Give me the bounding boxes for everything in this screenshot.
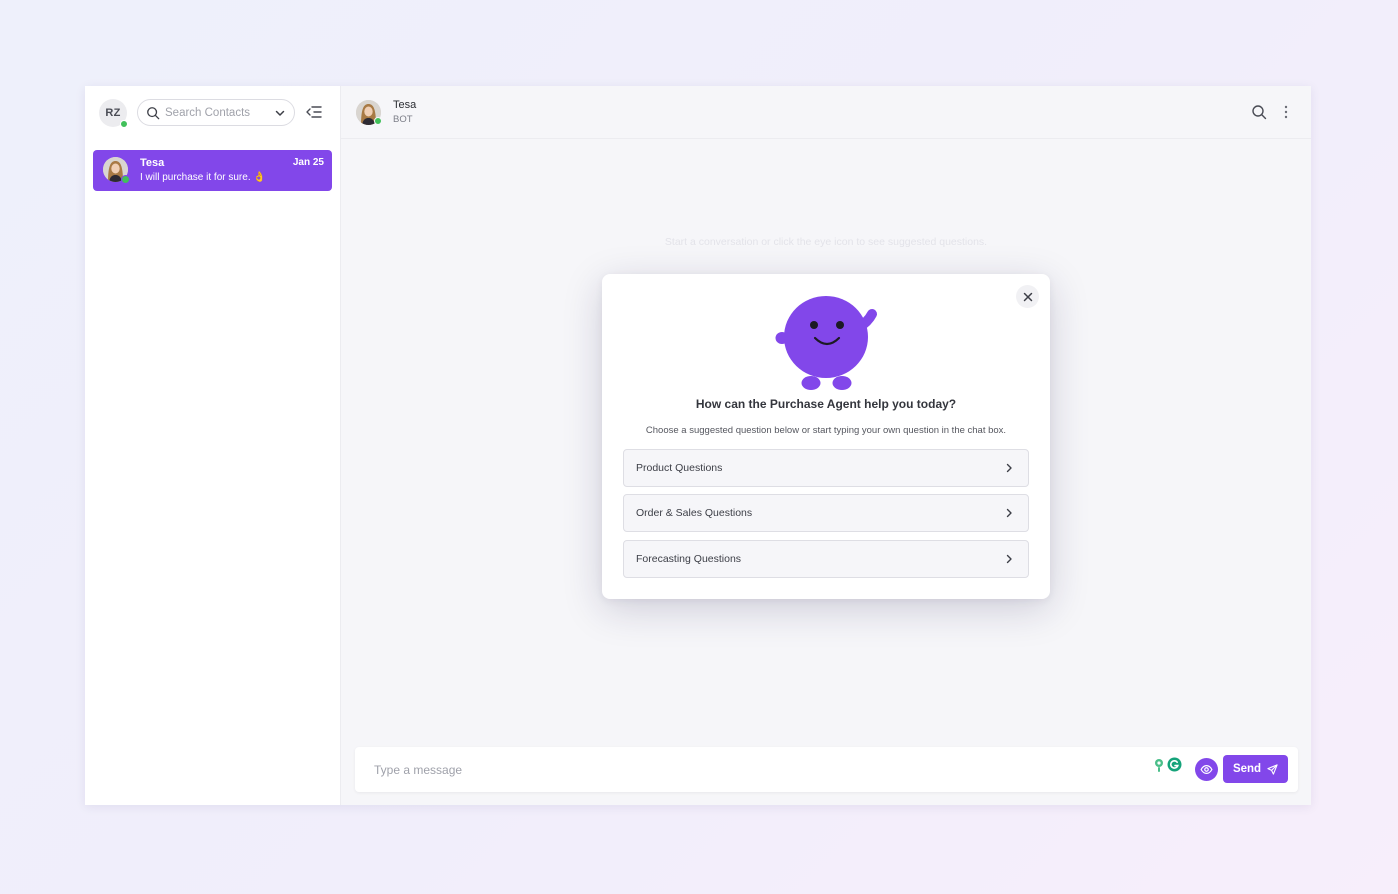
- collapse-sidebar-icon[interactable]: [305, 104, 323, 120]
- option-product-questions[interactable]: Product Questions: [623, 449, 1029, 487]
- contact-last-message: I will purchase it for sure. 👌: [140, 172, 266, 183]
- send-icon: [1267, 763, 1278, 775]
- chat-contact-role: BOT: [393, 114, 413, 125]
- extension-pin-icon[interactable]: [1153, 758, 1165, 774]
- sidebar: RZ Search Contacts Tesa I will purchase …: [85, 86, 341, 805]
- search-icon: [147, 106, 160, 119]
- more-vertical-icon[interactable]: [1281, 104, 1291, 120]
- send-button[interactable]: Send: [1223, 755, 1288, 783]
- message-input[interactable]: [374, 760, 1134, 780]
- suggestions-modal: How can the Purchase Agent help you toda…: [602, 274, 1050, 599]
- online-status-dot: [120, 120, 128, 128]
- option-label: Forecasting Questions: [636, 553, 742, 565]
- search-input[interactable]: [165, 106, 265, 119]
- eye-icon: [1200, 764, 1213, 775]
- user-avatar[interactable]: RZ: [99, 99, 128, 128]
- grammarly-icon[interactable]: [1167, 757, 1182, 772]
- option-order-sales-questions[interactable]: Order & Sales Questions: [623, 494, 1029, 532]
- chevron-right-icon: [1006, 508, 1012, 518]
- search-contacts[interactable]: [137, 99, 295, 126]
- empty-conversation-hint: Start a conversation or click the eye ic…: [664, 236, 988, 248]
- option-forecasting-questions[interactable]: Forecasting Questions: [623, 540, 1029, 578]
- suggested-questions-button[interactable]: [1195, 758, 1218, 781]
- message-composer: Send: [355, 747, 1298, 792]
- contact-name: Tesa: [140, 157, 165, 169]
- search-icon[interactable]: [1251, 104, 1267, 120]
- chat-contact-name: Tesa: [393, 99, 417, 111]
- modal-title: How can the Purchase Agent help you toda…: [695, 397, 957, 411]
- chevron-right-icon: [1006, 554, 1012, 564]
- user-initials: RZ: [105, 107, 121, 119]
- chevron-right-icon: [1006, 463, 1012, 473]
- contact-item-tesa[interactable]: Tesa I will purchase it for sure. 👌 Jan …: [93, 150, 332, 191]
- close-button[interactable]: [1016, 285, 1039, 308]
- modal-subtitle: Choose a suggested question below or sta…: [645, 425, 1007, 436]
- chevron-down-icon[interactable]: [274, 107, 286, 119]
- contact-date: Jan 25: [292, 157, 324, 168]
- online-status-dot: [121, 175, 130, 184]
- option-label: Product Questions: [636, 462, 723, 474]
- sidebar-header: RZ: [85, 86, 340, 138]
- close-icon: [1023, 292, 1032, 301]
- online-status-dot: [374, 117, 382, 125]
- option-label: Order & Sales Questions: [636, 507, 753, 519]
- chat-header: Tesa BOT: [341, 86, 1311, 139]
- mascot-illustration: [775, 296, 877, 390]
- send-label: Send: [1232, 763, 1262, 775]
